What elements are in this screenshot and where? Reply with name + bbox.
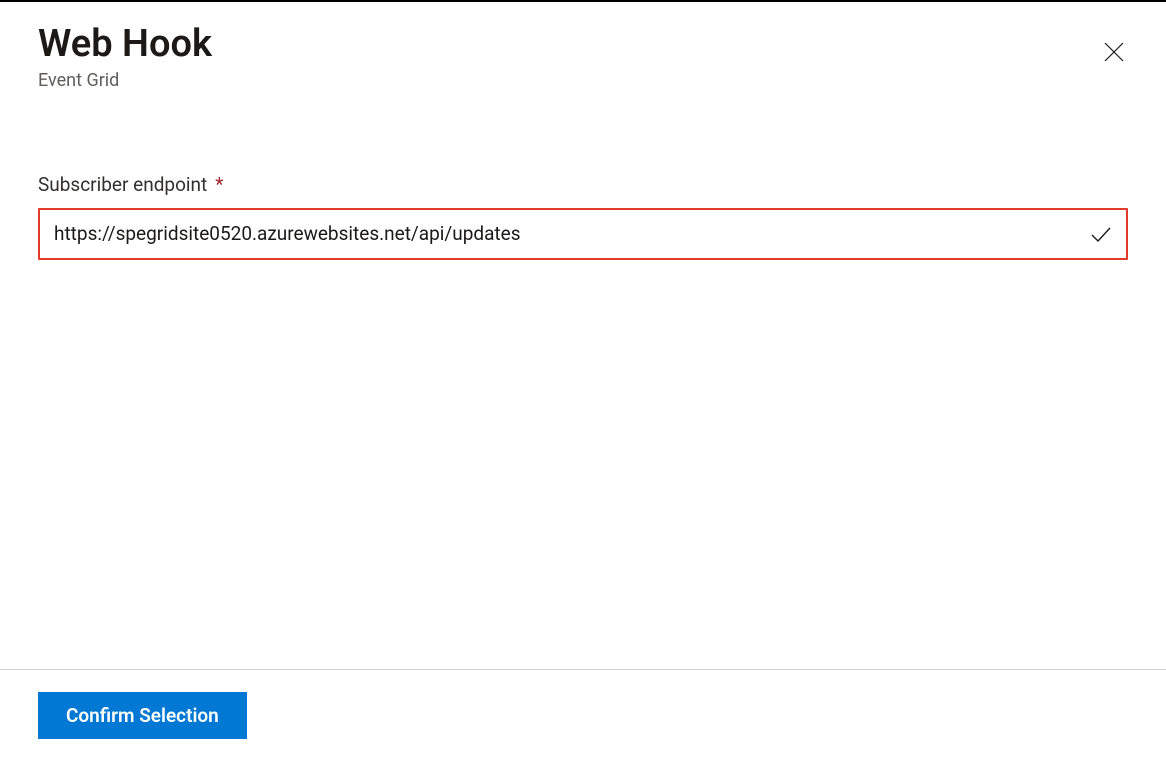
page-title: Web Hook xyxy=(38,22,212,68)
endpoint-label-text: Subscriber endpoint xyxy=(38,173,207,196)
valid-check-icon xyxy=(1076,210,1126,258)
close-button[interactable] xyxy=(1094,32,1134,75)
endpoint-field-label: Subscriber endpoint * xyxy=(38,176,223,195)
panel-header: Web Hook Event Grid xyxy=(38,22,1128,91)
page-subtitle: Event Grid xyxy=(38,70,212,91)
webhook-panel: Web Hook Event Grid Subscriber endpoint … xyxy=(0,2,1166,781)
required-asterisk: * xyxy=(215,173,223,196)
subscriber-endpoint-input[interactable] xyxy=(40,210,1076,258)
form-section: Subscriber endpoint * xyxy=(38,173,1128,260)
footer-bar: Confirm Selection xyxy=(0,669,1166,781)
title-block: Web Hook Event Grid xyxy=(38,22,212,91)
endpoint-input-wrapper xyxy=(38,208,1128,260)
confirm-selection-button[interactable]: Confirm Selection xyxy=(38,692,247,739)
close-icon xyxy=(1102,40,1126,67)
